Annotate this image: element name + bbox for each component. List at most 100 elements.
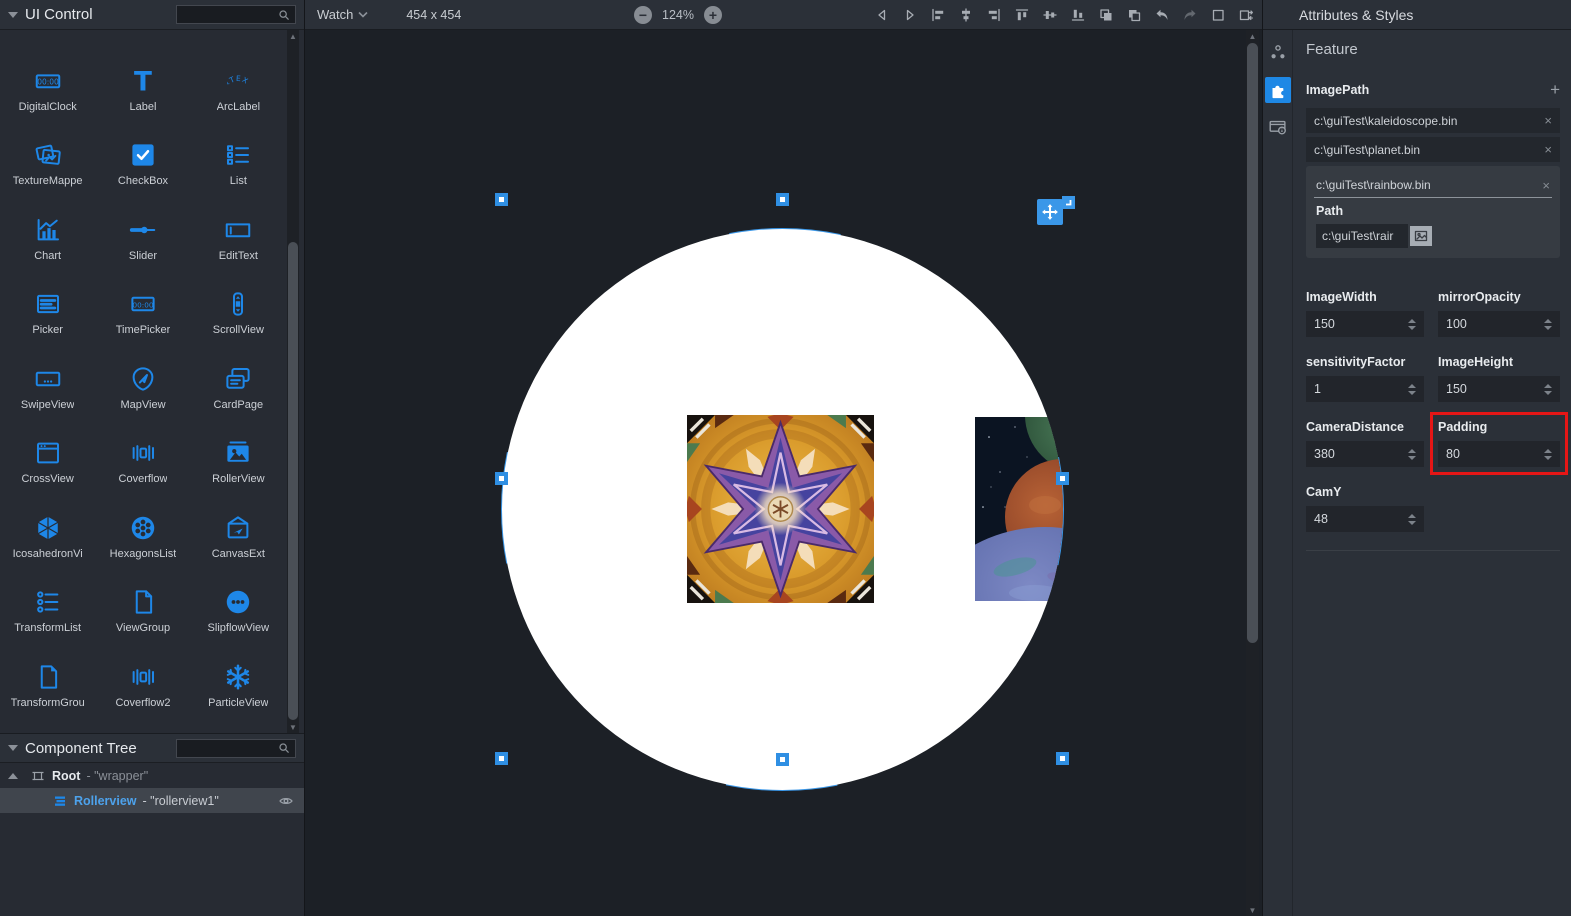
component-item-label[interactable]: T Label [95,44,190,119]
scroll-up-icon[interactable]: ▲ [1246,30,1259,42]
scroll-down-icon[interactable]: ▼ [1246,904,1259,916]
imagepath-item[interactable]: c:\guiTest\rainbow.bin × [1314,173,1552,198]
tree-expand-icon[interactable] [8,773,18,779]
share-nodes-icon[interactable] [1265,40,1291,66]
component-item-slipflowview[interactable]: SlipflowView [191,566,286,641]
component-item-slider[interactable]: Slider [95,193,190,268]
spinner-arrows[interactable] [1408,384,1416,395]
bring-forward-icon[interactable] [1098,7,1114,23]
align-center-horizontal-icon[interactable] [958,7,974,23]
zoom-out-button[interactable]: − [634,6,652,24]
camy-input[interactable]: 48 [1306,506,1424,532]
send-backward-icon[interactable] [1126,7,1142,23]
scroll-down-icon[interactable]: ▼ [287,721,299,733]
component-item-texturemappe[interactable]: TextureMappe [0,119,95,194]
swap-layout-icon[interactable] [1238,7,1254,23]
nav-prev-icon[interactable] [874,7,890,23]
tree-collapse-caret-icon[interactable] [8,745,18,751]
padding-input[interactable]: 80 [1438,441,1560,467]
scrollbar-thumb[interactable] [1247,43,1258,643]
path-input[interactable]: c:\guiTest\rair [1316,224,1408,248]
component-item-swipeview[interactable]: SwipeView [0,342,95,417]
cameradistance-input[interactable]: 380 [1306,441,1424,467]
imagepath-label: ImagePath [1306,83,1369,97]
mirroropacity-input[interactable]: 100 [1438,311,1560,337]
component-item-checkbox[interactable]: CheckBox [95,119,190,194]
scrollbar-thumb[interactable] [288,242,298,720]
undo-icon[interactable] [1154,7,1170,23]
component-item-viewgroup[interactable]: ViewGroup [95,566,190,641]
component-item-edittext[interactable]: EditText [191,193,286,268]
resize-handle-bottom-right[interactable] [1056,752,1069,765]
imagepath-item[interactable]: c:\guiTest\planet.bin × [1306,137,1560,162]
spinner-arrows[interactable] [1408,319,1416,330]
sensitivityfactor-input[interactable]: 1 [1306,376,1424,402]
align-middle-vertical-icon[interactable] [1042,7,1058,23]
component-label: CanvasExt [212,548,265,560]
component-item-cardpage[interactable]: CardPage [191,342,286,417]
resize-handle-top-left[interactable] [495,193,508,206]
spinner-arrows[interactable] [1544,384,1552,395]
component-item-arclabel[interactable]: ‹TEXT› ArcLabel [191,44,286,119]
remove-icon[interactable]: × [1544,113,1552,128]
component-item-chart[interactable]: Chart [0,193,95,268]
tree-search-input[interactable] [176,739,296,758]
align-left-icon[interactable] [930,7,946,23]
spinner-arrows[interactable] [1408,514,1416,525]
component-item-coverflow2[interactable]: Coverflow2 [95,640,190,715]
form-info-icon[interactable] [1265,114,1291,140]
component-item-canvasext[interactable]: CanvasExt [191,491,286,566]
nav-next-icon[interactable] [902,7,918,23]
tree-row-root[interactable]: Root - "wrapper" [0,763,304,788]
device-select[interactable]: Watch [317,7,368,22]
align-bottom-icon[interactable] [1070,7,1086,23]
spinner-arrows[interactable] [1408,449,1416,460]
component-item-transformgrou[interactable]: TransformGrou [0,640,95,715]
imagewidth-input[interactable]: 150 [1306,311,1424,337]
watch-face[interactable] [502,229,1063,790]
icosahedron-icon [33,511,63,543]
puzzle-icon[interactable] [1265,77,1291,103]
component-item-picker[interactable]: Picker [0,268,95,343]
spinner-arrows[interactable] [1544,449,1552,460]
canvas-scrollbar[interactable]: ▲ ▼ [1246,30,1259,916]
scroll-up-icon[interactable]: ▲ [287,30,299,42]
add-imagepath-button[interactable]: + [1550,81,1560,98]
selection-frame-icon[interactable] [1210,7,1226,23]
zoom-in-button[interactable]: + [704,6,722,24]
tree-row-rollerview[interactable]: Rollerview - "rollerview1" [0,788,304,813]
component-item-list[interactable]: List [191,119,286,194]
component-item-particleview[interactable]: ParticleView [191,640,286,715]
imagepath-item[interactable]: c:\guiTest\kaleidoscope.bin × [1306,108,1560,133]
remove-icon[interactable]: × [1542,178,1550,193]
browse-image-button[interactable] [1410,226,1432,246]
visibility-eye-icon[interactable] [278,793,294,809]
component-item-timepicker[interactable]: 00:00 TimePicker [95,268,190,343]
component-item-coverflow[interactable]: Coverflow [95,417,190,492]
component-item-crossview[interactable]: CrossView [0,417,95,492]
component-item-transformlist[interactable]: TransformList [0,566,95,641]
resize-handle-top-right[interactable] [1062,196,1075,209]
redo-icon[interactable] [1182,7,1198,23]
move-tool-icon[interactable] [1037,199,1063,225]
component-item-rollerview[interactable]: RollerView [191,417,286,492]
picker-icon [33,287,63,319]
component-item-mapview[interactable]: MapView [95,342,190,417]
component-item-hexagonslist[interactable]: HexagonsList [95,491,190,566]
collapse-caret-icon[interactable] [8,12,18,18]
spinner-arrows[interactable] [1544,319,1552,330]
imageheight-input[interactable]: 150 [1438,376,1560,402]
align-top-icon[interactable] [1014,7,1030,23]
align-right-icon[interactable] [986,7,1002,23]
resize-handle-right[interactable] [1056,472,1069,485]
resize-handle-top-center[interactable] [776,193,789,206]
component-item-icosahedronvi[interactable]: IcosahedronVi [0,491,95,566]
remove-icon[interactable]: × [1544,142,1552,157]
resize-handle-left[interactable] [495,472,508,485]
component-item-scrollview[interactable]: ScrollView [191,268,286,343]
resize-handle-bottom-center[interactable] [776,753,789,766]
palette-scrollbar[interactable]: ▲ ▼ [287,30,299,733]
component-item-digitalclock[interactable]: 00:00 DigitalClock [0,44,95,119]
component-search-input[interactable] [176,5,296,24]
resize-handle-bottom-left[interactable] [495,752,508,765]
